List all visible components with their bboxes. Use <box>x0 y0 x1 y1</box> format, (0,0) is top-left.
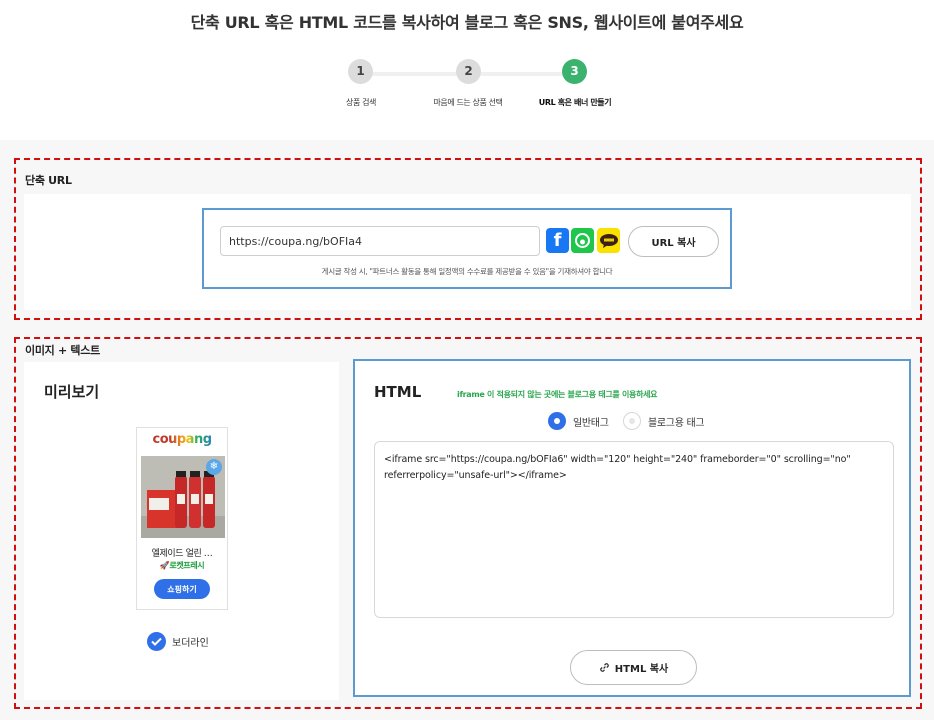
image-text-section-title: 이미지 + 텍스트 <box>25 344 100 357</box>
snowflake-icon: ❄ <box>206 459 222 475</box>
radio-blog-tag[interactable] <box>623 412 641 430</box>
partners-notice: 게시글 작성 시, "파트너스 활동을 통해 일정액의 수수료를 제공받을 수 … <box>321 267 613 276</box>
url-box: f URL 복사 게시글 작성 시, "파트너스 활동을 통해 일정액의 수수료… <box>202 208 732 289</box>
coupang-logo-text: coupang <box>152 432 212 447</box>
header: 단축 URL 혹은 HTML 코드를 복사하여 블로그 혹은 SNS, 웹사이트… <box>0 0 934 140</box>
rocket-fresh-label: 로켓프레시 <box>169 561 205 570</box>
facebook-glyph: f <box>553 230 562 251</box>
step-2-circle: 2 <box>456 59 481 84</box>
facebook-icon[interactable]: f <box>546 228 569 253</box>
coupang-logo: coupang <box>137 432 227 447</box>
kakaotalk-icon[interactable] <box>597 228 620 253</box>
html-title: HTML <box>374 383 422 401</box>
radio-blog-tag-label[interactable]: 블로그용 태그 <box>648 414 705 429</box>
checkmark-icon <box>151 637 162 646</box>
html-code-textarea[interactable]: <iframe src="https://coupa.ng/bOFIa6" wi… <box>374 441 894 618</box>
product-name: 엘제이드 얼린 … <box>151 549 213 559</box>
product-image[interactable]: ❄ <box>141 456 225 538</box>
borderline-label: 보더라인 <box>172 638 209 649</box>
talk-bubble-glyph <box>599 233 618 248</box>
step-3-circle: 3 <box>562 59 587 84</box>
short-url-section-title: 단축 URL <box>25 174 72 187</box>
shop-button[interactable]: 쇼핑하기 <box>154 579 210 599</box>
borderline-checkbox[interactable] <box>147 632 166 651</box>
step-3-label: URL 혹은 배너 만들기 <box>538 98 612 107</box>
step-1-circle: 1 <box>348 59 373 84</box>
iframe-tip: iframe 이 적용되지 않는 곳에는 블로그용 태그를 이용하세요 <box>457 390 658 399</box>
preview-banner[interactable]: coupang ❄ 엘제이드 얼린 … 🚀로켓프레시 쇼핑하기 <box>136 427 228 610</box>
band-glyph <box>575 233 590 248</box>
rocket-icon: 🚀 <box>159 561 170 570</box>
radio-general-tag-label[interactable]: 일반태그 <box>573 414 609 429</box>
band-icon[interactable] <box>571 228 594 253</box>
html-copy-button[interactable]: HTML 복사 <box>570 650 697 685</box>
url-copy-button[interactable]: URL 복사 <box>628 226 719 257</box>
html-copy-label: HTML 복사 <box>614 664 669 675</box>
preview-title: 미리보기 <box>44 383 100 401</box>
html-panel: HTML iframe 이 적용되지 않는 곳에는 블로그용 태그를 이용하세요… <box>353 359 911 697</box>
short-url-input[interactable] <box>220 226 540 256</box>
page-title: 단축 URL 혹은 HTML 코드를 복사하여 블로그 혹은 SNS, 웹사이트… <box>190 13 744 32</box>
radio-general-tag[interactable] <box>548 412 566 430</box>
link-icon <box>599 663 609 672</box>
rocket-fresh-badge: 🚀로켓프레시 <box>137 560 227 571</box>
